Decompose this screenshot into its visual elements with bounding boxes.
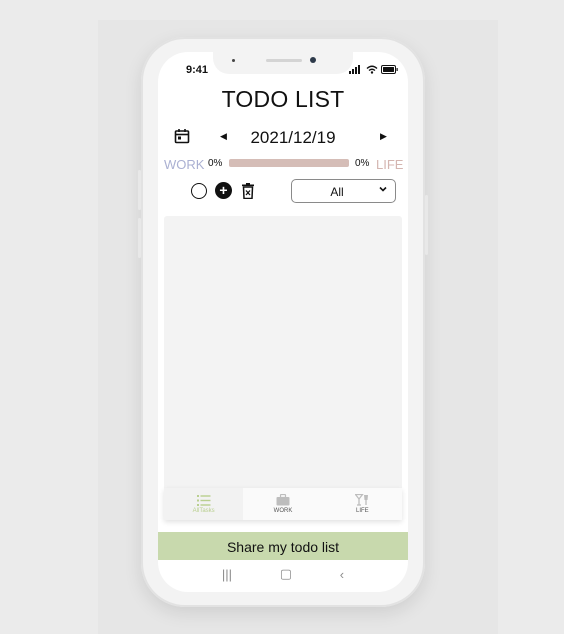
wifi-icon: [366, 65, 378, 74]
task-list-area: [164, 216, 402, 488]
briefcase-icon: [276, 494, 290, 506]
home-icon[interactable]: ▢: [280, 566, 292, 582]
work-label: WORK: [164, 157, 205, 172]
nav-label-work: WORK: [273, 508, 293, 514]
nav-label-alltasks: AllTasks: [192, 507, 215, 514]
filter-selected-value: All: [330, 185, 344, 199]
back-icon[interactable]: ‹: [340, 567, 344, 582]
notch: [213, 52, 353, 74]
work-percent: 0%: [208, 158, 223, 169]
prev-day-button[interactable]: ◀: [220, 131, 227, 142]
nav-label-life: LIFE: [355, 508, 369, 514]
sensor: [232, 59, 235, 62]
nav-item-life[interactable]: LIFE: [323, 488, 402, 520]
speaker: [266, 59, 302, 62]
status-icons: [349, 65, 398, 74]
delete-icon[interactable]: [242, 183, 254, 199]
chevron-down-icon: [379, 186, 387, 192]
current-date: 2021/12/19: [250, 128, 336, 147]
power-button: [425, 195, 428, 255]
system-nav-bar: ||| ▢ ‹: [158, 560, 408, 588]
filter-select[interactable]: All: [291, 179, 396, 203]
share-button[interactable]: Share my todo list: [158, 532, 408, 560]
list-icon: [196, 494, 211, 506]
battery-icon: [381, 65, 398, 74]
add-task-button[interactable]: +: [215, 182, 232, 199]
recent-apps-icon[interactable]: |||: [222, 567, 232, 582]
status-time: 9:41: [186, 64, 209, 76]
next-day-button[interactable]: ▶: [380, 131, 387, 142]
work-life-progress-bar: [229, 159, 349, 167]
calendar-icon[interactable]: [174, 128, 190, 144]
toggle-all-button[interactable]: [191, 183, 207, 199]
app-title: TODO LIST: [221, 86, 345, 112]
nav-item-alltasks[interactable]: AllTasks: [164, 488, 244, 520]
volume-down-button: [138, 218, 141, 258]
signal-icon: [349, 65, 360, 74]
life-label: LIFE: [376, 157, 404, 172]
nav-item-work[interactable]: WORK: [243, 488, 322, 520]
bottom-nav: AllTasks WORK LIFE: [164, 488, 402, 520]
volume-up-button: [138, 170, 141, 210]
life-percent: 0%: [355, 158, 370, 169]
front-camera: [310, 57, 316, 63]
glass-icon: [355, 494, 369, 506]
